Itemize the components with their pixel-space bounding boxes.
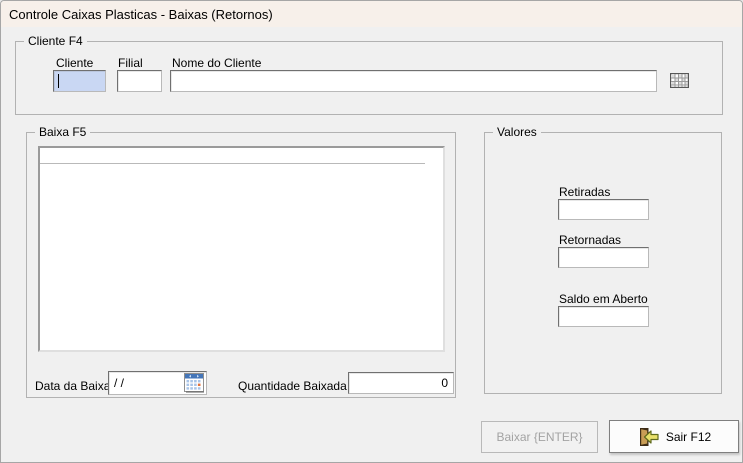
list-header-divider <box>40 163 425 164</box>
filial-label: Filial <box>118 56 143 70</box>
grid-table-icon <box>670 76 689 91</box>
cliente-group: Cliente F4 Cliente Filial Nome do Client… <box>15 41 723 115</box>
data-baixa-label: Data da Baixa <box>35 379 110 393</box>
exit-door-arrow-icon <box>637 427 659 447</box>
cliente-input[interactable] <box>53 70 106 92</box>
baixa-group: Baixa F5 Data da Baixa <box>26 132 456 398</box>
valores-group: Valores Retiradas Retornadas Saldo em Ab… <box>484 132 722 394</box>
window-titlebar[interactable]: Controle Caixas Plasticas - Baixas (Reto… <box>1 1 742 27</box>
saldo-aberto-label: Saldo em Aberto <box>559 292 648 306</box>
cliente-lookup-button[interactable] <box>669 73 689 89</box>
filial-input[interactable] <box>117 70 162 92</box>
calendar-button[interactable] <box>184 373 205 393</box>
saldo-aberto-input[interactable] <box>558 306 649 327</box>
nome-cliente-label: Nome do Cliente <box>172 56 261 70</box>
quantidade-input[interactable] <box>348 372 454 394</box>
cliente-group-legend: Cliente F4 <box>24 34 87 48</box>
nome-cliente-input[interactable] <box>170 70 657 92</box>
app-window: Controle Caixas Plasticas - Baixas (Reto… <box>0 0 743 463</box>
baixa-list[interactable] <box>38 146 445 352</box>
calendar-date-picker-icon <box>184 381 205 396</box>
text-caret <box>58 74 59 88</box>
baixar-button[interactable]: Baixar {ENTER} <box>481 421 598 453</box>
retiradas-label: Retiradas <box>559 185 610 199</box>
valores-group-legend: Valores <box>493 125 541 139</box>
cliente-label: Cliente <box>56 56 93 70</box>
baixa-group-legend: Baixa F5 <box>35 125 90 139</box>
quantidade-label: Quantidade Baixada <box>238 379 347 393</box>
retiradas-input[interactable] <box>558 199 649 220</box>
window-title: Controle Caixas Plasticas - Baixas (Reto… <box>9 7 273 22</box>
sair-button[interactable]: Sair F12 <box>609 420 739 453</box>
retornadas-label: Retornadas <box>559 233 621 247</box>
data-baixa-field <box>108 371 207 395</box>
retornadas-input[interactable] <box>558 247 649 268</box>
